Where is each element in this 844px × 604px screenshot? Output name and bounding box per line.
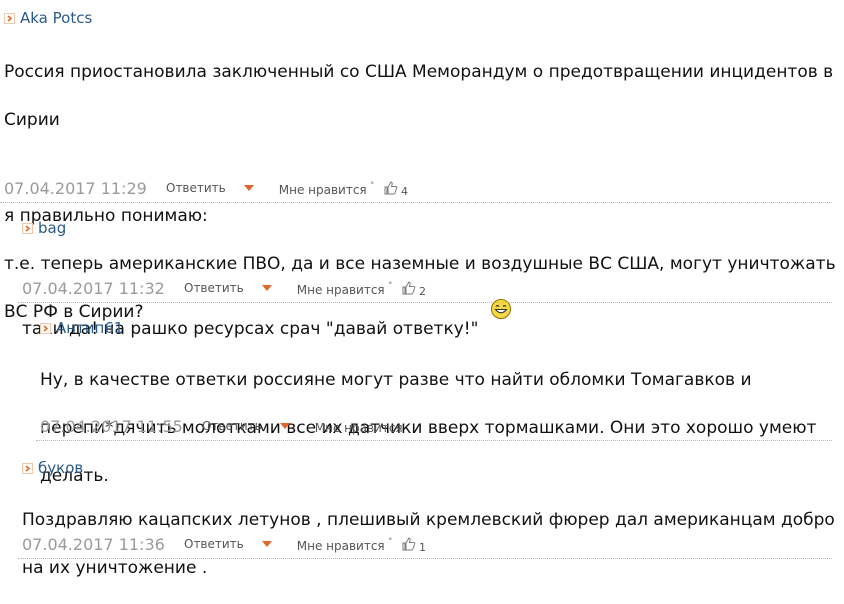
comment-date: 07.04.2017 11:29 [4, 178, 147, 198]
reply-button[interactable]: Ответить [184, 537, 244, 551]
comment-text-line: я правильно понимаю: [4, 206, 208, 226]
like-count: 4 [400, 184, 408, 198]
comment-divider [18, 302, 832, 303]
chevron-right-icon [22, 222, 33, 234]
like-button[interactable]: Мне нравится [297, 539, 385, 553]
chevron-right-icon [40, 322, 51, 334]
chevron-right-icon [4, 12, 15, 24]
like-button[interactable]: Мне нравится [297, 283, 385, 297]
caret-down-icon[interactable] [261, 541, 272, 547]
comment-date: 07.04.2017 11:32 [22, 278, 165, 298]
comment-meta: 07.04.2017 11:55 Ответить Мне нравится [40, 415, 403, 437]
comment-meta: 07.04.2017 11:36 Ответить Мне нравится •… [22, 533, 426, 555]
reply-button[interactable]: Ответить [202, 419, 262, 433]
comment-text-line: Поздравляю кацапских летунов , плешивый … [22, 510, 835, 530]
comment-divider [36, 440, 832, 441]
comment-text-line: Ну, в качестве ответки россияне могут ра… [40, 370, 752, 390]
comment-meta: 07.04.2017 11:32 Ответить Мне нравится •… [22, 277, 426, 299]
comment-date: 07.04.2017 11:55 [40, 416, 183, 436]
dot-separator: • [387, 279, 393, 289]
like-button[interactable]: Мне нравится [279, 183, 367, 197]
thumbs-up-icon[interactable] [401, 536, 417, 552]
comment-divider [0, 202, 832, 203]
chevron-right-icon [22, 462, 33, 474]
like-count: 1 [418, 540, 426, 554]
thumbs-up-icon[interactable] [383, 180, 399, 196]
reply-button[interactable]: Ответить [184, 281, 244, 295]
comment-text-line: на их уничтожение . [22, 558, 208, 578]
dot-separator: • [387, 535, 393, 545]
comment-text-line: Россия приостановила заключенный со США … [4, 62, 834, 82]
comment-author[interactable]: буков [38, 458, 83, 478]
comment-date: 07.04.2017 11:36 [22, 534, 165, 554]
caret-down-icon[interactable] [279, 423, 290, 429]
comment-author[interactable]: Aka Potcs [20, 8, 92, 28]
reply-button[interactable]: Ответить [166, 181, 226, 195]
caret-down-icon[interactable] [261, 285, 272, 291]
comment-author[interactable]: bag [38, 218, 66, 238]
like-button[interactable]: Мне нравится [315, 421, 403, 435]
like-count: 2 [418, 284, 426, 298]
comment-author[interactable]: Антип61 [56, 318, 123, 338]
dot-separator: • [369, 179, 375, 189]
caret-down-icon[interactable] [243, 185, 254, 191]
smiley-icon [490, 274, 512, 319]
comment-text-line: Сирии [4, 110, 60, 130]
comment-meta: 07.04.2017 11:29 Ответить Мне нравится •… [4, 177, 408, 199]
thumbs-up-icon[interactable] [401, 280, 417, 296]
comment-divider [18, 558, 832, 559]
